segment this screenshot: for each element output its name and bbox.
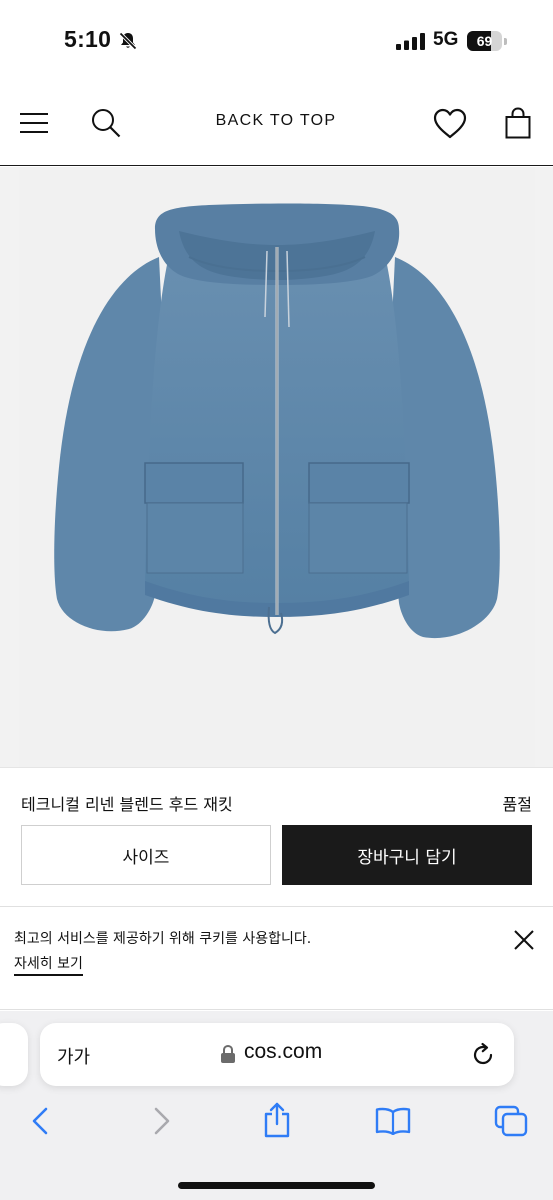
url-text[interactable]: cos.com <box>244 1040 322 1064</box>
product-name: 테크니컬 리넨 블렌드 후드 재킷 <box>21 795 233 814</box>
reload-icon[interactable] <box>470 1042 496 1068</box>
cellular-signal-icon <box>396 33 425 50</box>
forward-arrow-icon[interactable] <box>148 1106 174 1136</box>
close-icon[interactable] <box>513 929 535 951</box>
cookie-more-link[interactable]: 자세히 보기 <box>14 953 83 976</box>
product-image-section <box>0 167 553 767</box>
add-to-bag-button[interactable]: 장바구니 담기 <box>282 825 532 885</box>
site-header: BACK TO TOP <box>0 80 553 166</box>
hooded-jacket-image <box>54 203 500 639</box>
battery-icon: 69 <box>467 31 507 51</box>
product-action-bar: 테크니컬 리넨 블렌드 후드 재킷 품절 사이즈 장바구니 담기 <box>0 767 553 905</box>
stock-status: 품절 <box>502 795 532 814</box>
back-to-top-link[interactable]: BACK TO TOP <box>196 112 356 130</box>
status-bar: 5:10 5G 69 <box>0 0 553 80</box>
bookmarks-icon[interactable] <box>375 1107 411 1135</box>
search-icon[interactable] <box>91 108 121 138</box>
share-icon[interactable] <box>262 1102 292 1138</box>
safari-toolbar: 가가 cos.com <box>0 1011 553 1200</box>
battery-level: 69 <box>476 33 493 49</box>
heart-icon[interactable] <box>433 108 467 140</box>
silent-bell-icon <box>119 32 137 50</box>
product-image[interactable] <box>19 167 535 767</box>
lock-icon <box>221 1044 235 1063</box>
shopping-bag-icon[interactable] <box>505 107 531 139</box>
network-type: 5G <box>433 29 459 50</box>
previous-tab-edge[interactable] <box>0 1023 28 1086</box>
menu-icon[interactable] <box>20 111 48 135</box>
text-size-button[interactable]: 가가 <box>57 1043 90 1069</box>
cookie-message: 최고의 서비스를 제공하기 위해 쿠키를 사용합니다. <box>14 931 312 947</box>
status-time: 5:10 <box>64 26 112 52</box>
size-select-button[interactable]: 사이즈 <box>21 825 271 885</box>
home-indicator <box>178 1182 375 1189</box>
tabs-icon[interactable] <box>494 1105 528 1137</box>
back-arrow-icon[interactable] <box>28 1106 54 1136</box>
cookie-banner: 최고의 서비스를 제공하기 위해 쿠키를 사용합니다. 자세히 보기 <box>0 906 553 1010</box>
address-bar[interactable]: 가가 cos.com <box>40 1023 514 1086</box>
